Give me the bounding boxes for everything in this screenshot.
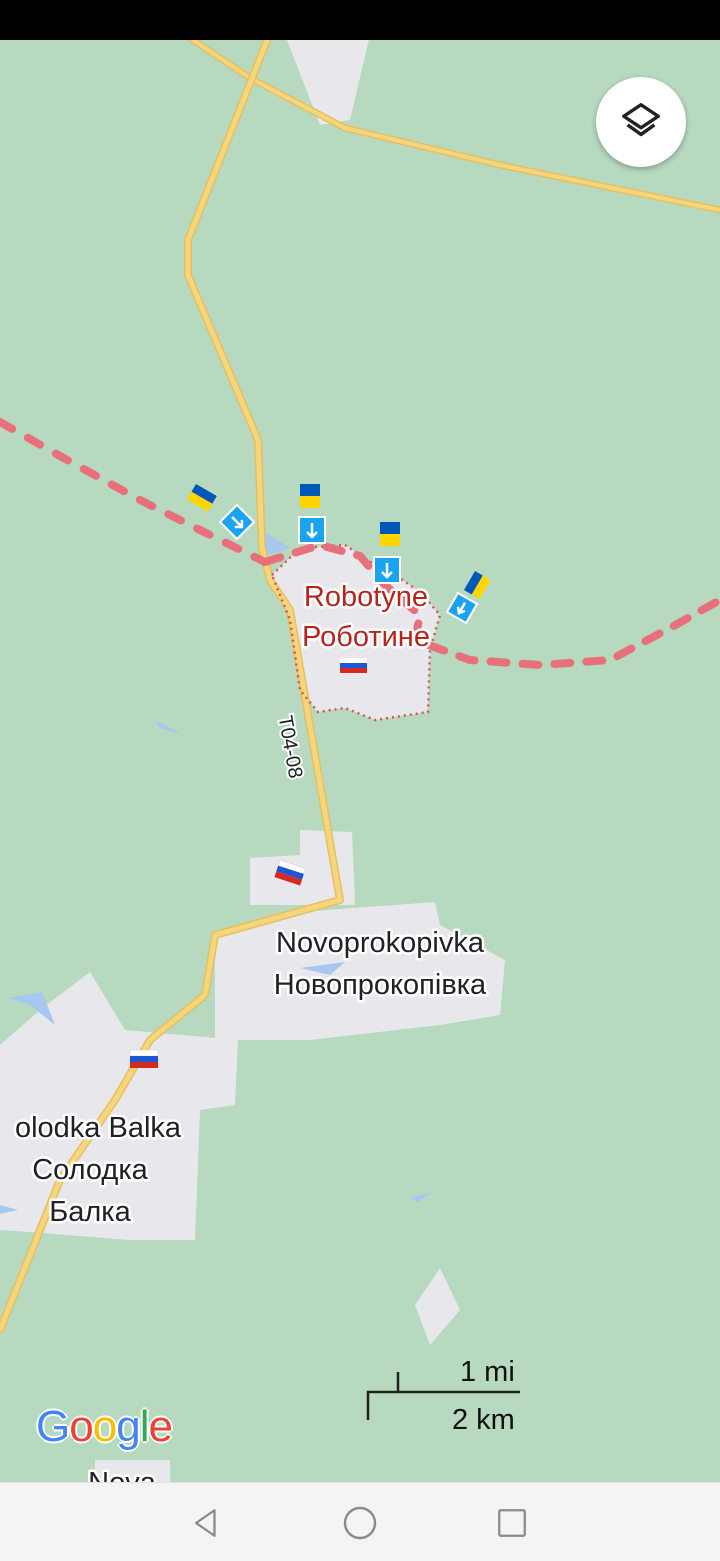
place-label-nova-partial[interactable]: Nova	[86, 1465, 160, 1483]
recents-button[interactable]	[492, 1503, 532, 1543]
place-label-robotyne-uk[interactable]: Роботине	[300, 619, 433, 656]
back-icon	[194, 1509, 216, 1537]
advance-arrow-icon[interactable]	[298, 516, 326, 544]
home-icon	[343, 1506, 377, 1540]
home-button[interactable]	[340, 1503, 380, 1543]
scale-label-km: 2 km	[452, 1404, 515, 1436]
status-bar	[0, 0, 720, 40]
google-logo-letter: o	[69, 1402, 94, 1451]
place-label-novoprokopivka-uk[interactable]: Новопрокопівка	[271, 967, 489, 1004]
google-logo-letter: o	[92, 1402, 118, 1451]
ukraine-flag-icon[interactable]	[380, 522, 400, 546]
russia-flag-icon[interactable]	[340, 658, 367, 673]
place-label-solodka-balka-uk-1[interactable]: Солодка	[30, 1152, 151, 1189]
recents-icon	[498, 1509, 526, 1537]
layers-button[interactable]	[596, 77, 686, 167]
layers-icon	[622, 103, 660, 137]
place-label-novoprokopivka-en[interactable]: Novoprokopivka	[274, 925, 488, 962]
place-label-robotyne-en[interactable]: Robotyne	[301, 579, 430, 616]
map-canvas[interactable]: Robotyne Роботине Novoprokopivka Новопро…	[0, 0, 720, 1482]
ukraine-flag-icon[interactable]	[300, 484, 320, 508]
google-logo-letter: g	[116, 1402, 141, 1451]
google-logo-letter: e	[148, 1402, 173, 1451]
russia-flag-icon[interactable]	[129, 1049, 159, 1068]
google-logo-letter: G	[36, 1402, 70, 1451]
google-logo: Google	[36, 1402, 173, 1452]
scale-label-miles: 1 mi	[460, 1356, 515, 1388]
place-label-solodka-balka-uk-2[interactable]: Балка	[47, 1194, 134, 1231]
back-button[interactable]	[186, 1503, 226, 1543]
system-nav-bar	[0, 1482, 720, 1561]
advance-arrow-icon[interactable]	[373, 556, 401, 584]
place-label-solodka-balka-en[interactable]: olodka Balka	[12, 1110, 184, 1147]
